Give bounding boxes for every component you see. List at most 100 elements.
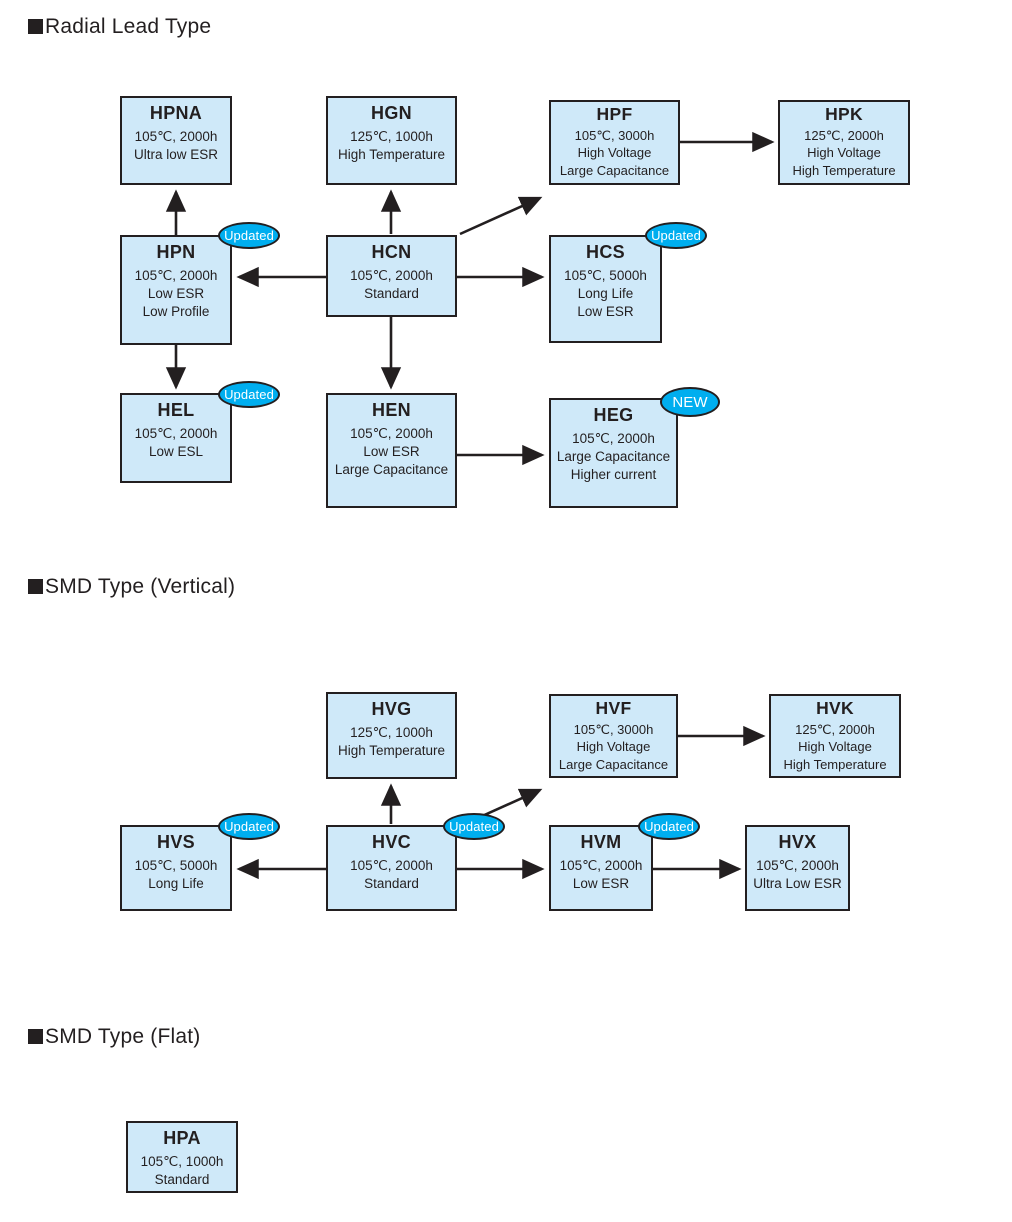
node-spec-line: Low Profile [142, 303, 210, 319]
node-spec-line: 105℃, 2000h [134, 425, 218, 441]
badge-label: NEW [672, 393, 708, 411]
node-spec-line: 105℃, 5000h [134, 857, 218, 873]
node-spec-line: 105℃, 2000h [134, 267, 218, 283]
node-hvs[interactable]: HVS 105℃, 5000h Long Life [120, 825, 232, 911]
node-spec-line: Low ESR [577, 303, 634, 319]
node-spec: 105℃, 5000h Long Life Low ESR [564, 267, 647, 322]
node-hel[interactable]: HEL 105℃, 2000h Low ESL [120, 393, 232, 483]
node-spec: 105℃, 2000h Low ESR [560, 857, 643, 893]
node-spec-line: Ultra Low ESR [753, 875, 842, 891]
node-hcn[interactable]: HCN 105℃, 2000h Standard [326, 235, 457, 317]
node-spec-line: Long Life [577, 285, 634, 301]
node-spec-line: Standard [364, 285, 419, 301]
node-title: HCS [586, 242, 625, 262]
badge-label: Updated [651, 228, 701, 243]
node-spec-line: 105℃, 2000h [572, 430, 655, 446]
node-spec: 125℃, 1000h High Temperature [338, 128, 445, 164]
node-spec-line: 105℃, 5000h [564, 267, 647, 283]
node-spec-line: High Voltage [576, 739, 651, 755]
node-hvk[interactable]: HVK 125℃, 2000h High Voltage High Temper… [769, 694, 901, 778]
node-title: HEN [372, 400, 411, 420]
node-spec-line: 105℃, 2000h [350, 857, 433, 873]
node-hvg[interactable]: HVG 125℃, 1000h High Temperature [326, 692, 457, 779]
node-spec: 105℃, 2000h Ultra Low ESR [753, 857, 842, 893]
node-spec-line: 125℃, 1000h [350, 128, 433, 144]
badge-label: Updated [644, 819, 694, 834]
square-bullet-icon [28, 19, 43, 34]
node-spec-line: Standard [154, 1171, 210, 1187]
node-spec-line: 105℃, 2000h [756, 857, 839, 873]
node-spec-line: Low ESL [148, 443, 204, 459]
node-title: HVC [372, 832, 411, 852]
node-spec-line: Long Life [148, 875, 204, 891]
node-hvx[interactable]: HVX 105℃, 2000h Ultra Low ESR [745, 825, 850, 911]
node-hvm[interactable]: HVM 105℃, 2000h Low ESR [549, 825, 653, 911]
badge-updated-hel: Updated [218, 381, 280, 408]
badge-updated-hvm: Updated [638, 813, 700, 840]
node-spec-line: 105℃, 3000h [574, 127, 655, 143]
section-heading-smd-flat: SMD Type (Flat) [28, 1026, 200, 1047]
node-spec-line: Ultra low ESR [133, 146, 219, 162]
node-hpna[interactable]: HPNA 105℃, 2000h Ultra low ESR [120, 96, 232, 185]
node-title: HPNA [149, 103, 203, 123]
section-heading-smd-vertical: SMD Type (Vertical) [28, 576, 235, 597]
badge-updated-hvs: Updated [218, 813, 280, 840]
node-title: HPA [163, 1128, 201, 1148]
node-heg[interactable]: HEG 105℃, 2000h Large Capacitance Higher… [549, 398, 678, 508]
node-spec: 125℃, 2000h High Voltage High Temperatur… [783, 721, 886, 774]
node-title: HVX [778, 832, 817, 852]
node-hcs[interactable]: HCS 105℃, 5000h Long Life Low ESR [549, 235, 662, 343]
section-heading-label: SMD Type (Vertical) [45, 575, 236, 598]
node-spec-line: Higher current [570, 466, 657, 482]
square-bullet-icon [28, 579, 43, 594]
node-hen[interactable]: HEN 105℃, 2000h Low ESR Large Capacitanc… [326, 393, 457, 508]
badge-new-heg: NEW [660, 387, 720, 417]
badge-updated-hvc: Updated [443, 813, 505, 840]
node-hpa[interactable]: HPA 105℃, 1000h Standard [126, 1121, 238, 1193]
node-title: HVG [371, 699, 412, 719]
badge-label: Updated [449, 819, 499, 834]
badge-label: Updated [224, 819, 274, 834]
node-title: HVM [580, 832, 622, 852]
node-spec-line: 125℃, 2000h [795, 721, 875, 737]
node-spec-line: Low ESR [147, 285, 205, 301]
node-hvc[interactable]: HVC 105℃, 2000h Standard [326, 825, 457, 911]
node-spec: 105℃, 3000h High Voltage Large Capacitan… [560, 127, 669, 180]
node-title: HPK [825, 104, 863, 124]
node-hpk[interactable]: HPK 125℃, 2000h High Voltage High Temper… [778, 100, 910, 185]
node-spec: 105℃, 2000h Low ESR Low Profile [135, 267, 218, 322]
node-spec-line: 125℃, 1000h [350, 724, 433, 740]
node-hvf[interactable]: HVF 105℃, 3000h High Voltage Large Capac… [549, 694, 678, 778]
node-spec: 105℃, 5000h Long Life [135, 857, 218, 893]
badge-label: Updated [224, 228, 274, 243]
node-spec-line: High Temperature [792, 162, 896, 178]
node-spec: 105℃, 2000h Large Capacitance Higher cur… [557, 430, 670, 485]
node-spec-line: High Voltage [807, 145, 881, 161]
node-hgn[interactable]: HGN 125℃, 1000h High Temperature [326, 96, 457, 185]
node-spec-line: Low ESR [363, 443, 420, 459]
node-spec-line: Large Capacitance [334, 461, 449, 477]
badge-updated-hcs: Updated [645, 222, 707, 249]
node-spec-line: 105℃, 2000h [350, 425, 433, 441]
section-heading-label: SMD Type (Flat) [45, 1025, 201, 1048]
node-title: HCN [371, 242, 412, 262]
node-hpn[interactable]: HPN 105℃, 2000h Low ESR Low Profile [120, 235, 232, 345]
node-title: HPN [156, 242, 196, 262]
node-spec: 105℃, 2000h Standard [350, 267, 433, 303]
node-spec-line: Standard [364, 875, 419, 891]
node-title: HPF [596, 104, 633, 124]
node-spec: 105℃, 3000h High Voltage Large Capacitan… [559, 721, 668, 774]
node-spec-line: Large Capacitance [558, 756, 669, 772]
section-heading-radial: Radial Lead Type [28, 16, 211, 37]
node-spec: 105℃, 2000h Low ESL [135, 425, 218, 461]
node-title: HVF [595, 698, 632, 718]
badge-label: Updated [224, 387, 274, 402]
node-title: HEL [157, 400, 195, 420]
node-spec-line: 125℃, 2000h [804, 127, 884, 143]
node-spec-line: 105℃, 2000h [350, 267, 433, 283]
node-hpf[interactable]: HPF 105℃, 3000h High Voltage Large Capac… [549, 100, 680, 185]
node-spec-line: High Voltage [798, 739, 872, 755]
node-spec-line: Low ESR [572, 875, 630, 891]
node-spec: 105℃, 1000h Standard [141, 1153, 224, 1189]
node-spec-line: High Temperature [337, 742, 446, 758]
